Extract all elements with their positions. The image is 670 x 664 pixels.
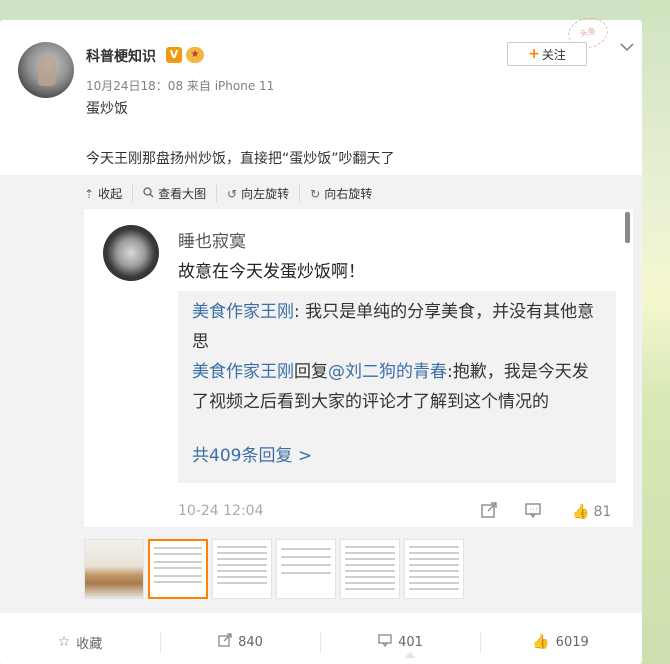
thumbnail-strip <box>84 539 464 599</box>
reply-author: 美食作家王刚 <box>192 362 294 382</box>
weibo-post-card: 头条 科普梗知识 V ★ 10月24日18：08 来自 iPhone 11 + … <box>0 14 642 664</box>
reply-item: 美食作家王刚回复@刘二狗的青春:抱歉，我是今天发了视频之后看到大家的评论才了解到… <box>192 357 602 417</box>
magnifier-icon <box>143 186 154 201</box>
action-bar: ☆ 收藏 840 401 👍 6019 <box>0 620 642 664</box>
follow-button[interactable]: + 关注 <box>507 42 587 66</box>
view-large-button[interactable]: 查看大图 <box>132 185 216 202</box>
verified-badge-icon: V <box>166 47 182 63</box>
comment-time: 10-24 12:04 <box>178 503 264 519</box>
reply-box: 美食作家王刚: 我只是单纯的分享美食，并没有其他意思 美食作家王刚回复@刘二狗的… <box>178 291 616 483</box>
repost-count: 840 <box>238 634 263 650</box>
collapse-button[interactable]: ⇡ 收起 <box>84 185 132 202</box>
media-viewer: ⇡ 收起 查看大图 ↺ 向左旋转 ↻ 向右旋转 睡也寂寞 故意在今天发蛋炒饭啊！… <box>0 175 642 613</box>
rotate-left-label: 向左旋转 <box>241 187 290 201</box>
thumbnail-selected[interactable] <box>148 539 208 599</box>
view-large-label: 查看大图 <box>158 187 207 201</box>
like-count: 81 <box>593 504 612 520</box>
reply-item: 美食作家王刚: 我只是单纯的分享美食，并没有其他意思 <box>192 297 602 357</box>
thumbnail[interactable] <box>212 539 272 599</box>
plus-icon: + <box>528 46 540 62</box>
avatar[interactable] <box>18 42 74 98</box>
comment-icon <box>378 633 392 651</box>
thumbs-up-icon: 👍 <box>532 634 550 650</box>
comment-text: 故意在今天发蛋炒饭啊！ <box>178 262 365 282</box>
scrollbar-thumb[interactable] <box>625 212 630 243</box>
medal-badge-icon: ★ <box>186 47 204 63</box>
thumbnail[interactable] <box>404 539 464 599</box>
reply-mention: @刘二狗的青春 <box>328 362 447 382</box>
post-text-body: 今天王刚那盘扬州炒饭，直接把“蛋炒饭”吵翻天了 <box>86 151 395 167</box>
page-background <box>640 0 670 664</box>
more-replies-link: 共409条回复 > <box>192 446 313 466</box>
favorite-button[interactable]: ☆ 收藏 <box>0 632 160 652</box>
rotate-left-button[interactable]: ↺ 向左旋转 <box>216 185 299 202</box>
share-icon <box>480 501 498 523</box>
thumbnail[interactable] <box>276 539 336 599</box>
rotate-right-icon: ↻ <box>310 186 321 201</box>
rotate-left-icon: ↺ <box>227 186 238 201</box>
star-icon: ☆ <box>57 634 71 650</box>
commenter-avatar <box>103 225 159 281</box>
comment-button[interactable]: 401 <box>320 632 480 652</box>
comment-icon <box>524 501 542 523</box>
reply-author: 美食作家王刚 <box>192 302 294 322</box>
thumbnail[interactable] <box>84 539 144 599</box>
reply-keyword: 回复 <box>294 362 328 382</box>
repost-button[interactable]: 840 <box>160 632 320 652</box>
chevron-down-icon[interactable] <box>620 40 634 56</box>
like-count: 6019 <box>555 634 589 650</box>
like-button[interactable]: 👍 6019 <box>480 632 640 652</box>
thumbs-up-icon: 👍 <box>572 504 590 520</box>
rotate-right-button[interactable]: ↻ 向右旋转 <box>299 185 382 202</box>
arrow-up-icon: ⇡ <box>84 186 95 201</box>
rotate-right-label: 向右旋转 <box>324 187 373 201</box>
follow-label: 关注 <box>541 47 566 62</box>
comment-count: 401 <box>398 634 423 650</box>
reply-separator: : <box>294 302 300 322</box>
media-toolbar: ⇡ 收起 查看大图 ↺ 向左旋转 ↻ 向右旋转 <box>84 185 382 202</box>
commenter-name: 睡也寂寞 <box>178 232 246 252</box>
comment-screenshot: 睡也寂寞 故意在今天发蛋炒饭啊！ 美食作家王刚: 我只是单纯的分享美食，并没有其… <box>84 209 633 527</box>
share-icon <box>218 633 232 651</box>
like-counter: 👍 81 <box>568 501 611 520</box>
post-meta: 10月24日18：08 来自 iPhone 11 <box>86 79 275 93</box>
favorite-label: 收藏 <box>76 636 103 652</box>
thumbnail[interactable] <box>340 539 400 599</box>
collapse-label: 收起 <box>98 187 123 201</box>
post-text-title: 蛋炒饭 <box>86 101 128 117</box>
username[interactable]: 科普梗知识 <box>86 46 156 66</box>
comment-tab-caret <box>404 652 416 658</box>
